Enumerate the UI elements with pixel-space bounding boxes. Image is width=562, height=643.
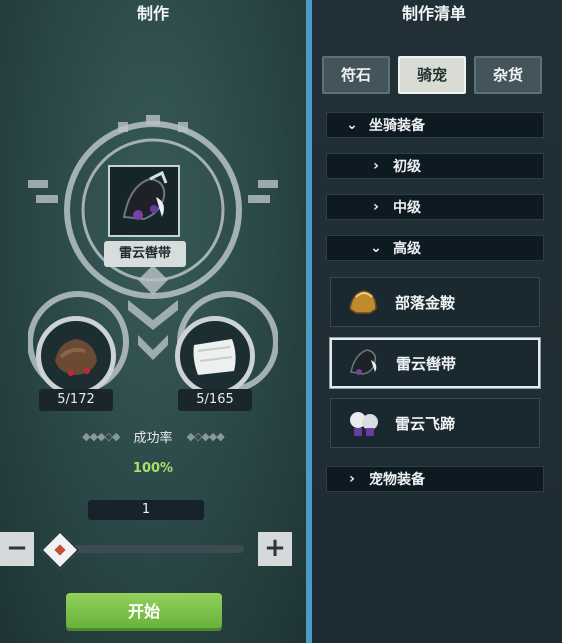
plus-icon: + xyxy=(264,533,286,563)
recipe-label: 雷云飞蹄 xyxy=(395,414,456,433)
quantity-slider-thumb[interactable] xyxy=(40,530,80,570)
product-name: 雷云辔带 xyxy=(104,241,186,267)
product-slot[interactable] xyxy=(108,165,180,237)
crafting-title: 制作 xyxy=(136,4,169,23)
material-count-2: 5/165 xyxy=(178,389,252,411)
brown-hide-icon xyxy=(55,339,97,376)
success-rate-value: 100% xyxy=(132,461,174,476)
material-slot-1[interactable] xyxy=(36,316,116,396)
success-rate-row: ◆◆◆◇◆ 成功率 ◆◇◆◆◆ xyxy=(40,425,266,447)
crafting-list-panel: 制作清单 符石 骑宠 杂货 ⌄ 坐骑装备 › 初级 › 中级 ⌄ 高级 部落金鞍 xyxy=(306,0,562,643)
recipe-label: 部落金鞍 xyxy=(395,293,456,312)
crafting-panel: 制作 雷云辔带 5/172 5/165 ◆◆◆◇◆ 成功率 ◆◇◆◆◆ 100%… xyxy=(0,0,306,643)
recipe-label: 雷云辔带 xyxy=(396,354,457,373)
increase-button[interactable]: + xyxy=(258,532,292,566)
white-fleece-icon xyxy=(193,339,236,375)
black-harness-icon xyxy=(122,170,168,221)
crafting-list-title: 制作清单 xyxy=(401,4,466,23)
category-basic[interactable]: › 初级 xyxy=(326,153,544,179)
tab-misc[interactable]: 杂货 xyxy=(474,56,542,94)
recipe-item-thundercloud-bridle[interactable]: 雷云辔带 xyxy=(330,338,540,388)
tab-runestones[interactable]: 符石 xyxy=(322,56,390,94)
material-count-1: 5/172 xyxy=(39,389,113,411)
tab-mounts[interactable]: 骑宠 xyxy=(398,56,466,94)
category-label: 中级 xyxy=(393,200,421,216)
start-button[interactable]: 开始 xyxy=(66,593,222,631)
material-slot-2[interactable] xyxy=(175,316,255,396)
recipe-item-thundercloud-hooves[interactable]: 雷云飞蹄 xyxy=(330,398,540,448)
category-pet-equipment[interactable]: › 宠物装备 xyxy=(326,466,544,492)
category-mount-equipment[interactable]: ⌄ 坐骑装备 xyxy=(326,112,544,138)
chevron-right-icon: › xyxy=(373,199,379,215)
black-harness-icon xyxy=(344,343,384,383)
category-label: 高级 xyxy=(393,241,421,257)
category-intermediate[interactable]: › 中级 xyxy=(326,194,544,220)
decrease-button[interactable]: − xyxy=(0,532,34,566)
white-hooves-icon xyxy=(343,403,383,443)
category-label: 宠物装备 xyxy=(369,472,425,488)
chevron-right-icon: › xyxy=(349,471,355,487)
success-rate-label: 成功率 xyxy=(133,430,173,446)
zigzag-ornament-right: ◆◇◆◆◆ xyxy=(186,429,225,443)
category-label: 坐骑装备 xyxy=(369,118,425,134)
gold-saddle-icon xyxy=(343,282,383,322)
zigzag-ornament-left: ◆◆◆◇◆ xyxy=(82,429,120,443)
category-advanced[interactable]: ⌄ 高级 xyxy=(326,235,544,261)
category-label: 初级 xyxy=(393,159,421,175)
recipe-item-tribal-golden-saddle[interactable]: 部落金鞍 xyxy=(330,277,540,327)
quantity-display: 1 xyxy=(88,500,204,520)
chevron-down-icon: ⌄ xyxy=(370,240,382,256)
chevron-right-icon: › xyxy=(373,158,379,174)
minus-icon: − xyxy=(6,533,28,563)
category-tabs: 符石 骑宠 杂货 xyxy=(322,56,542,96)
chevron-down-icon: ⌄ xyxy=(346,117,358,133)
